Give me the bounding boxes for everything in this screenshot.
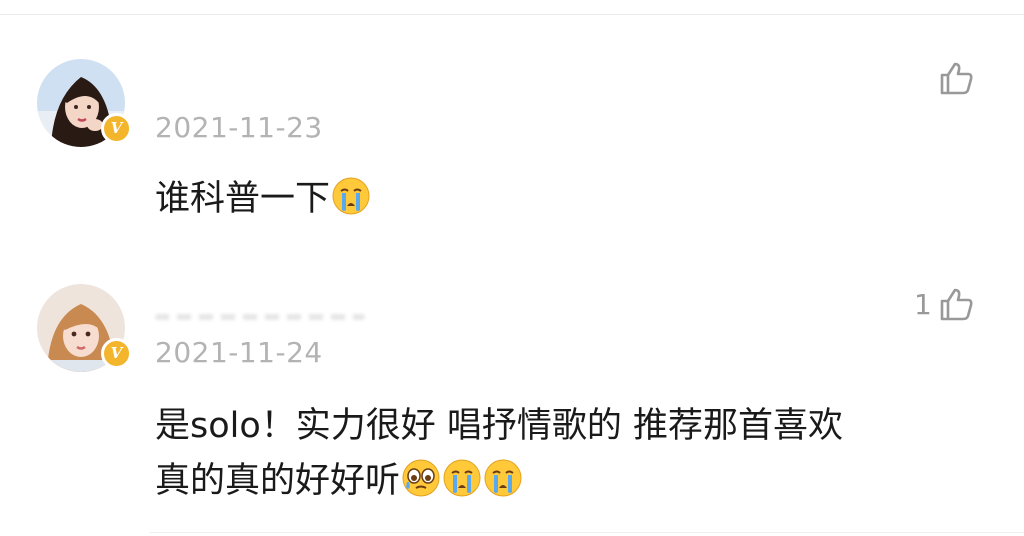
crying-face-icon — [443, 459, 481, 497]
verified-badge: V — [101, 338, 132, 369]
thumbs-up-icon — [940, 288, 973, 321]
comment-text-line-2: 真的真的好好听 — [155, 461, 401, 501]
verified-badge: V — [101, 113, 132, 144]
like-button[interactable]: 1 — [914, 286, 974, 322]
thumbs-up-icon — [940, 62, 973, 95]
comment-text: 是solo！实力很好 唱抒情歌的 推荐那首喜欢 — [155, 400, 843, 452]
timestamp: 2021-11-24 — [155, 336, 323, 369]
bottom-divider — [150, 532, 1024, 533]
comment-text: 谁科普一下 — [155, 173, 371, 225]
like-button[interactable] — [938, 60, 974, 96]
timestamp: 2021-11-23 — [155, 111, 323, 144]
comment-text-content: 谁科普一下 — [155, 179, 331, 219]
teary-face-icon — [402, 459, 440, 497]
crying-face-icon — [484, 459, 522, 497]
crying-face-icon — [332, 177, 370, 215]
like-count: 1 — [914, 287, 932, 321]
comment-text-line-1: 是solo！实力很好 唱抒情歌的 推荐那首喜欢 — [155, 406, 844, 446]
top-divider — [0, 14, 1024, 15]
comment-text: 真的真的好好听 — [155, 455, 523, 507]
username-redacted — [155, 314, 365, 320]
